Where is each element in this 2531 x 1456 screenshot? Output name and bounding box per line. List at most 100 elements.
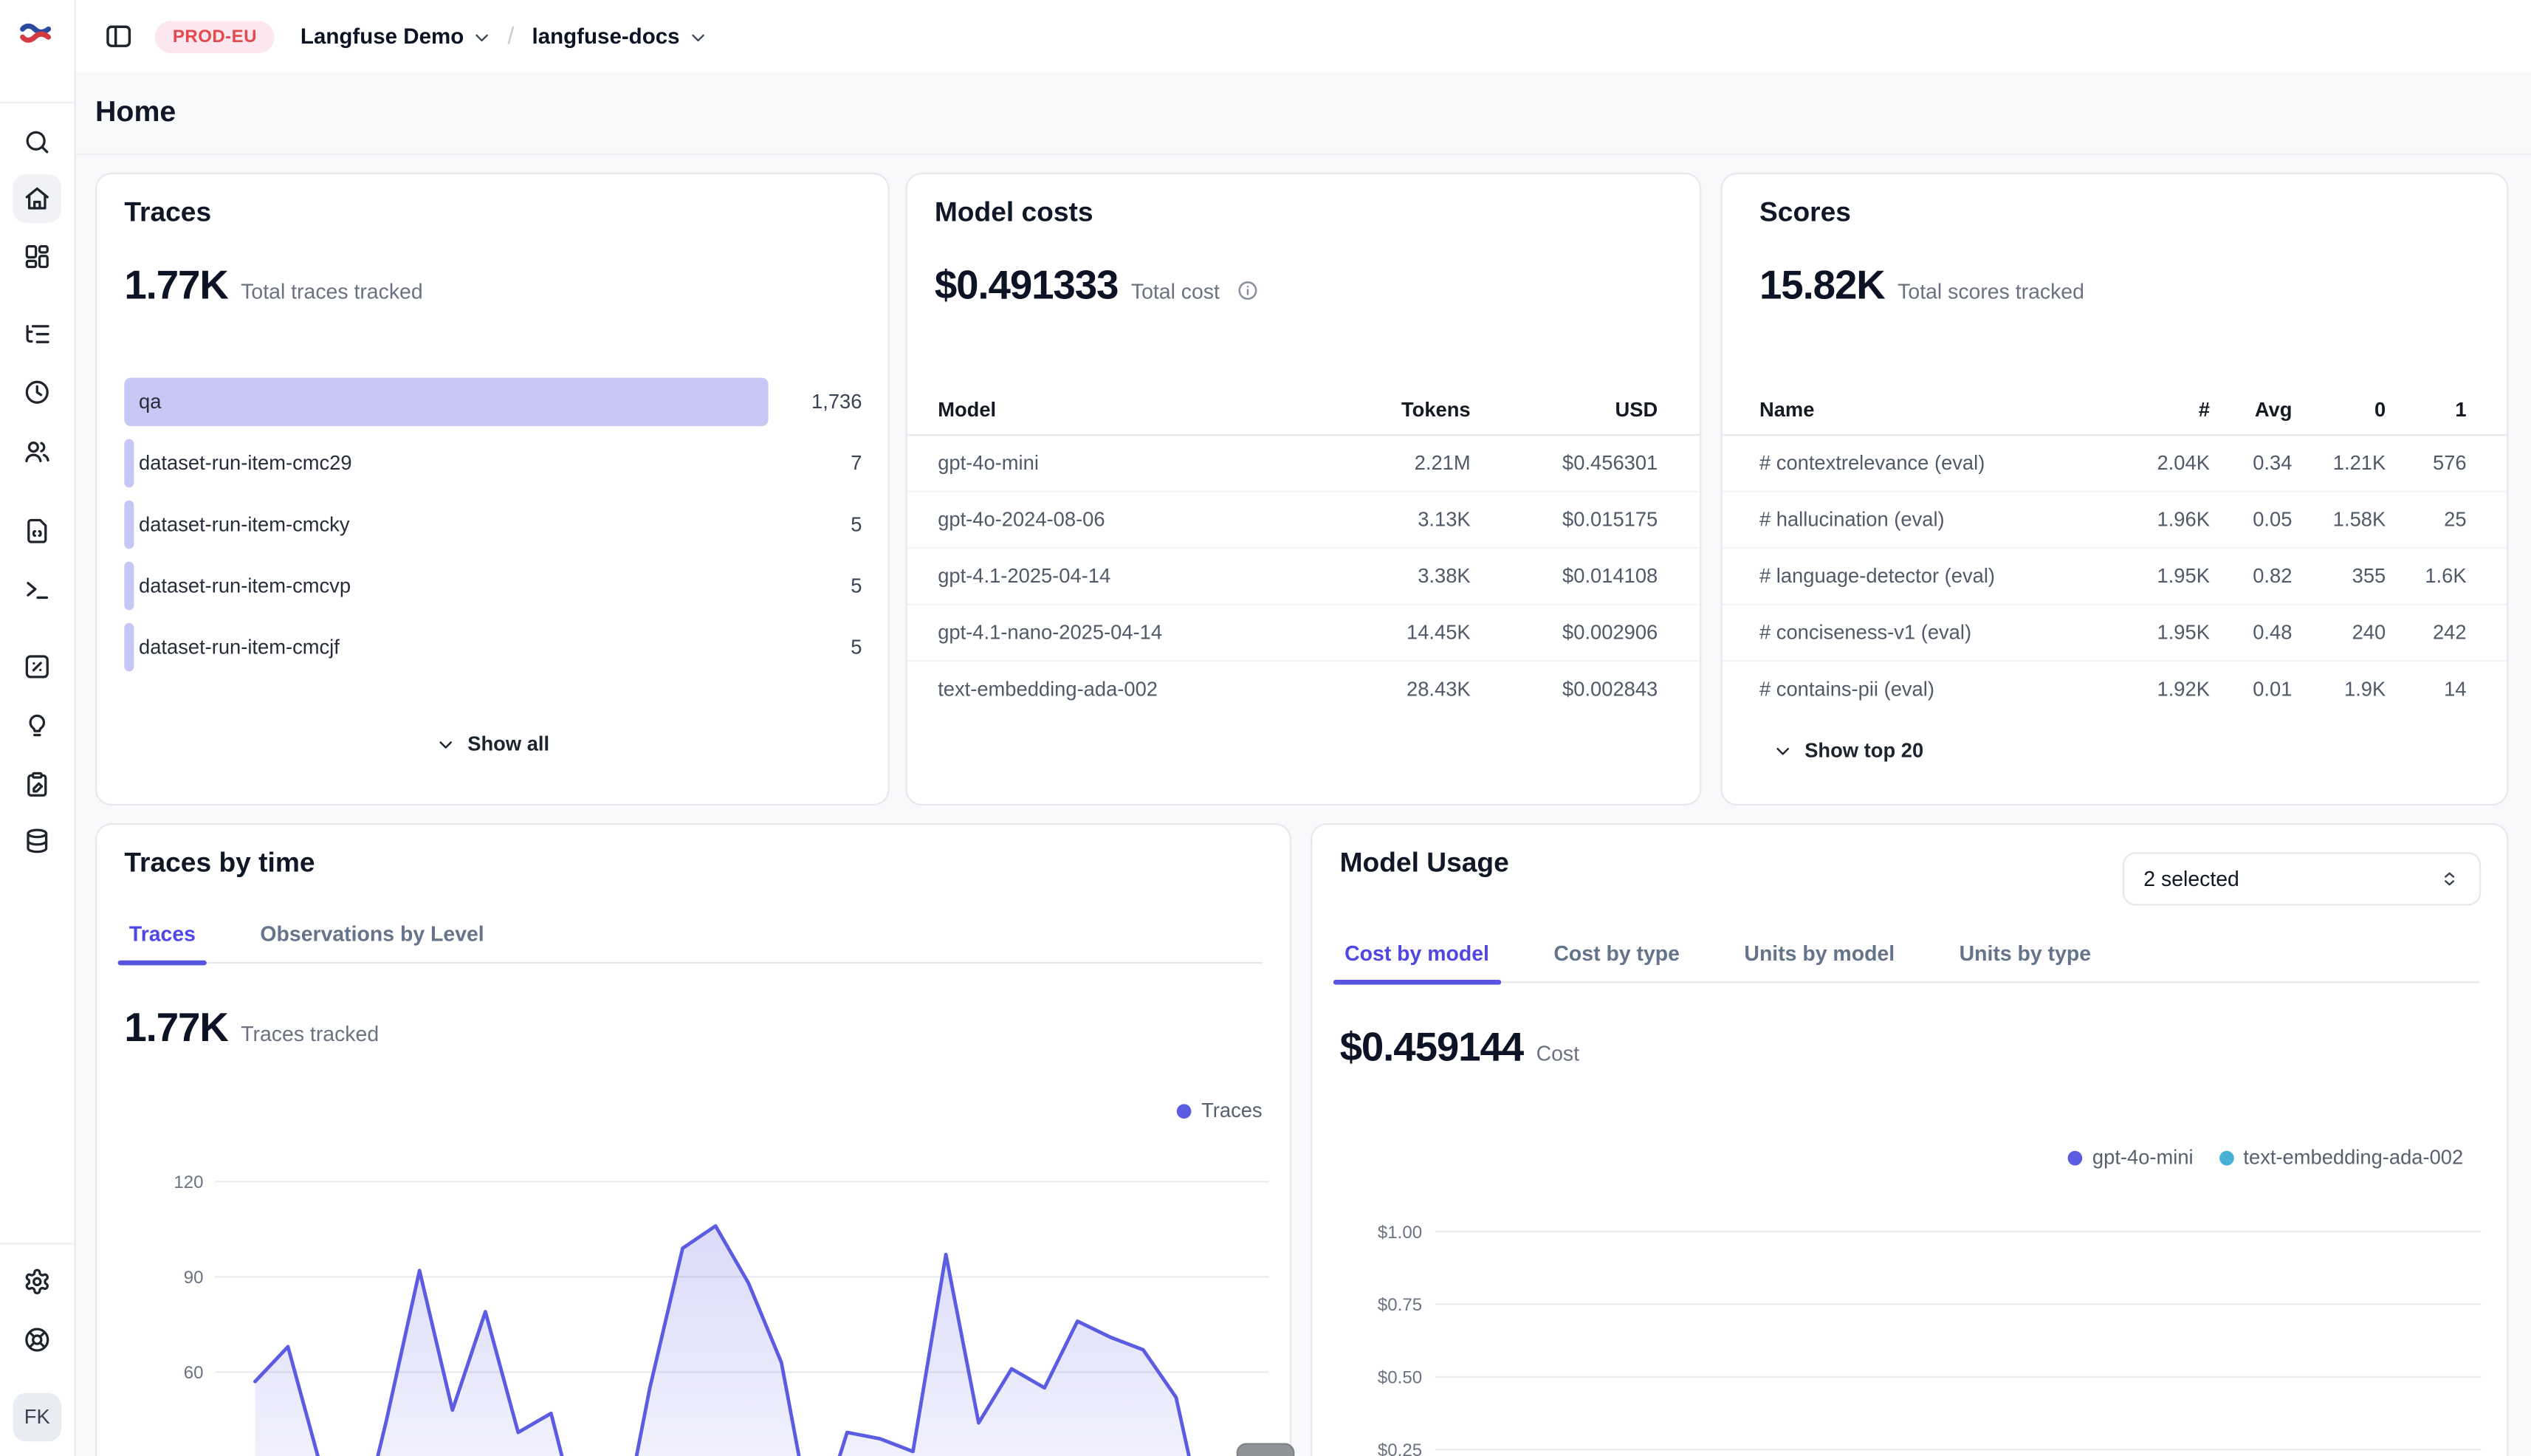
cell: 1.95K xyxy=(2113,565,2210,588)
chevron-down-icon xyxy=(688,27,709,47)
column-header: USD xyxy=(1471,399,1658,422)
trace-bar-row[interactable]: dataset-run-item-cmcvp5 xyxy=(124,562,862,611)
cost-total-label: Cost xyxy=(1536,1041,1579,1065)
traces-tracked-total: 1.77K xyxy=(124,1006,227,1052)
trace-bar xyxy=(124,501,134,549)
table-row: # hallucination (eval)1.96K0.051.58K25 xyxy=(1723,492,2507,549)
table-row: # contextrelevance (eval)2.04K0.341.21K5… xyxy=(1723,436,2507,492)
sidebar-item-tracing[interactable] xyxy=(13,310,61,359)
cell: text-embedding-ada-002 xyxy=(938,678,1325,701)
cell: gpt-4.1-2025-04-14 xyxy=(938,565,1325,588)
sidebar-item-annotations[interactable] xyxy=(13,760,61,809)
tab-units-by-type[interactable]: Units by type xyxy=(1954,941,2096,982)
langfuse-logo-icon[interactable] xyxy=(18,18,53,50)
table-row: gpt-4.1-2025-04-143.38K$0.014108 xyxy=(907,549,1700,605)
column-header: Model xyxy=(938,399,1325,422)
avatar[interactable]: FK xyxy=(13,1393,61,1442)
info-icon[interactable] xyxy=(1236,279,1259,302)
table-row: gpt-4.1-nano-2025-04-1414.45K$0.002906 xyxy=(907,605,1700,662)
trace-bar-row[interactable]: dataset-run-item-cmcjf5 xyxy=(124,623,862,672)
model-usage-tabs: Cost by model Cost by type Units by model U… xyxy=(1340,941,2479,983)
settings-icon xyxy=(23,1267,52,1296)
chevron-down-icon xyxy=(472,27,492,47)
tab-cost-by-model[interactable]: Cost by model xyxy=(1340,941,1494,982)
legend-label: Traces xyxy=(1201,1099,1263,1122)
model-usage-chart-legend: gpt-4o-mini text-embedding-ada-002 xyxy=(2068,1146,2463,1169)
sidebar-item-settings[interactable] xyxy=(13,1257,61,1306)
cell: 1.6K xyxy=(2386,565,2466,588)
scrollbar-thumb[interactable] xyxy=(1237,1443,1295,1455)
annotations-icon xyxy=(23,770,52,799)
sidebar-item-home[interactable] xyxy=(13,174,61,223)
cell: 576 xyxy=(2386,452,2466,475)
sidebar-item-search[interactable] xyxy=(13,118,61,167)
tab-units-by-model[interactable]: Units by model xyxy=(1740,941,1900,982)
tab-cost-by-type[interactable]: Cost by type xyxy=(1549,941,1685,982)
model-costs-card: Model costs $0.491333 Total cost ModelTo… xyxy=(905,173,1701,806)
trace-count: 5 xyxy=(851,574,862,597)
legend-label: text-embedding-ada-002 xyxy=(2243,1146,2463,1169)
model-select-dropdown[interactable]: 2 selected xyxy=(2123,852,2481,905)
traces-by-time-chart: 120906030 xyxy=(97,1139,1290,1455)
org-switcher[interactable]: Langfuse Demo xyxy=(301,24,493,49)
trace-name: qa xyxy=(139,391,161,413)
project-name: langfuse-docs xyxy=(532,24,679,49)
cell: # contains-pii (eval) xyxy=(1759,678,2113,701)
trace-bar-row[interactable]: dataset-run-item-cmcky5 xyxy=(124,501,862,549)
users-icon xyxy=(23,437,52,466)
svg-text:$0.25: $0.25 xyxy=(1378,1440,1422,1456)
traces-bar-list: qa1,736 dataset-run-item-cmc297 dataset-ru… xyxy=(124,378,862,684)
cell: $0.015175 xyxy=(1471,509,1658,532)
column-header: # xyxy=(2113,399,2210,422)
trace-bar xyxy=(124,439,134,488)
column-header: Avg xyxy=(2210,399,2292,422)
sidebar-divider xyxy=(0,1243,75,1244)
svg-text:90: 90 xyxy=(184,1268,204,1288)
sidebar-item-prompts[interactable] xyxy=(13,506,61,555)
table-row: gpt-4o-mini2.21M$0.456301 xyxy=(907,436,1700,492)
panel-left-icon[interactable] xyxy=(97,16,139,58)
cell: 1.95K xyxy=(2113,622,2210,645)
trace-bar-row[interactable]: qa1,736 xyxy=(124,378,862,427)
show-top-20-button[interactable]: Show top 20 xyxy=(1772,738,1923,762)
project-switcher[interactable]: langfuse-docs xyxy=(532,24,708,49)
trace-bar xyxy=(124,623,134,672)
page-title: Home xyxy=(95,95,176,129)
support-icon xyxy=(23,1325,52,1354)
cell: 0.82 xyxy=(2210,565,2292,588)
sidebar-item-support[interactable] xyxy=(13,1316,61,1364)
cell: 2.21M xyxy=(1325,452,1471,475)
tab-traces[interactable]: Traces xyxy=(124,921,200,962)
sidebar-item-dashboards[interactable] xyxy=(13,233,61,281)
show-all-button[interactable]: Show all xyxy=(436,731,550,755)
table-header-row: ModelTokensUSD xyxy=(907,386,1700,436)
cell: 3.13K xyxy=(1325,509,1471,532)
cell: # conciseness-v1 (eval) xyxy=(1759,622,2113,645)
cell: 0.34 xyxy=(2210,452,2292,475)
sidebar-item-users[interactable] xyxy=(13,427,61,476)
sidebar-item-evaluations[interactable] xyxy=(13,642,61,691)
chevrons-up-down-icon xyxy=(2439,868,2459,889)
app-window: FK PROD-EU Langfuse Demo / langfuse-docs… xyxy=(0,0,2531,1456)
sidebar-item-insights[interactable] xyxy=(13,701,61,749)
tab-observations-by-level[interactable]: Observations by Level xyxy=(255,921,489,962)
legend-dot-icon xyxy=(2219,1150,2234,1165)
sidebar-item-datasets[interactable] xyxy=(13,817,61,865)
sidebar-divider xyxy=(0,102,75,103)
trace-bar-row[interactable]: dataset-run-item-cmc297 xyxy=(124,439,862,488)
sidebar-item-playground[interactable] xyxy=(13,565,61,614)
legend-item[interactable]: gpt-4o-mini xyxy=(2068,1146,2194,1169)
prompts-icon xyxy=(23,517,52,546)
card-title: Model costs xyxy=(935,197,1093,230)
tracing-icon xyxy=(23,320,52,348)
legend-item[interactable]: text-embedding-ada-002 xyxy=(2219,1146,2464,1169)
sidebar-item-sessions[interactable] xyxy=(13,368,61,416)
cell: 1.96K xyxy=(2113,509,2210,532)
scores-card: Scores 15.82K Total scores tracked Name#… xyxy=(1721,173,2509,806)
trace-name: dataset-run-item-cmcky xyxy=(139,513,350,536)
cell: $0.456301 xyxy=(1471,452,1658,475)
scores-table: Name#Avg01# contextrelevance (eval)2.04K… xyxy=(1723,386,2507,717)
legend-dot-icon xyxy=(1177,1103,1192,1118)
legend-item[interactable]: Traces xyxy=(1177,1099,1262,1122)
table-row: gpt-4o-2024-08-063.13K$0.015175 xyxy=(907,492,1700,549)
